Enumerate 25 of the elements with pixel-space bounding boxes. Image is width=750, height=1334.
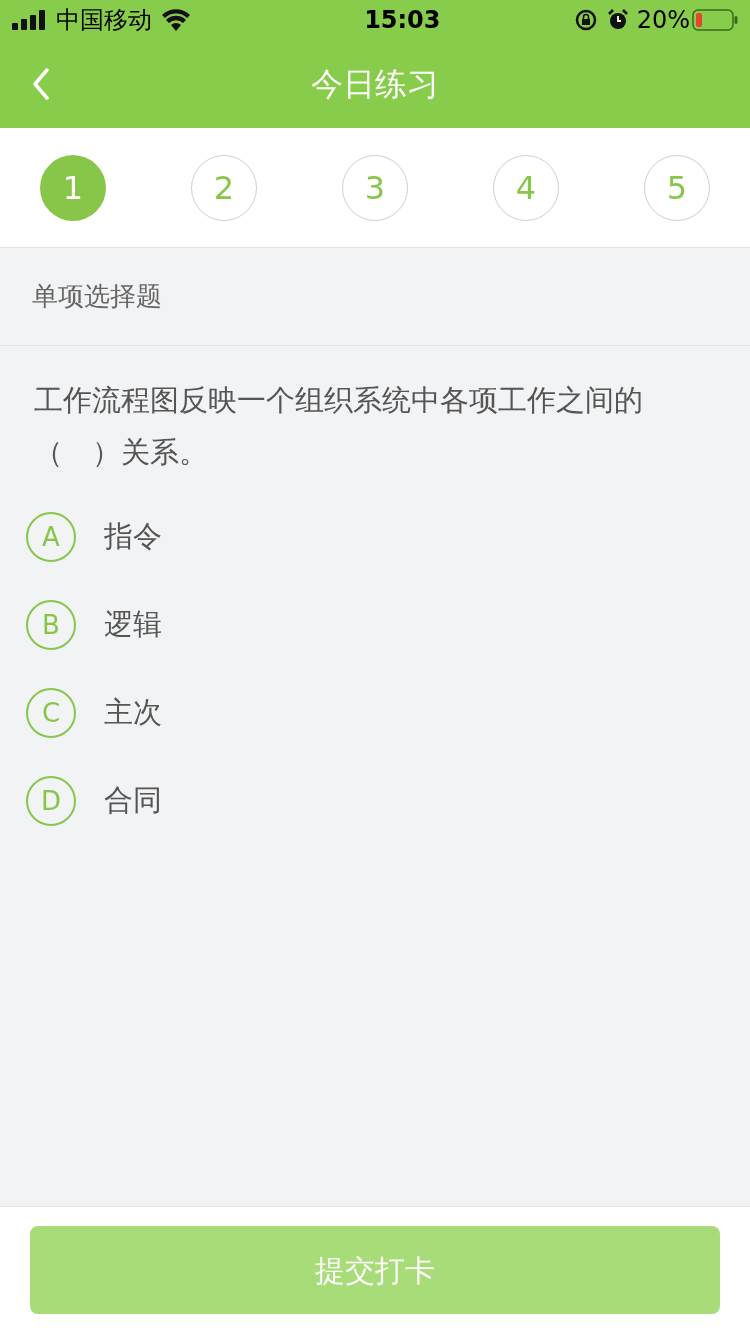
back-icon [32,68,50,100]
status-time: 15:03 [364,8,441,32]
wifi-icon [162,9,190,31]
option-text[interactable]: 指令 [104,515,162,559]
option-letter[interactable]: D [26,776,76,826]
option-text[interactable]: 逻辑 [104,603,162,647]
rotation-lock-icon [574,9,597,31]
carrier-name: 中国移动 [56,8,152,32]
question-number[interactable]: 1 [40,154,106,221]
question-number[interactable]: 2 [191,154,257,221]
question-number[interactable]: 3 [342,154,408,221]
option-text[interactable]: 主次 [104,691,162,735]
question-number[interactable]: 4 [493,154,559,221]
option-letter[interactable]: C [26,688,76,738]
question-text: 工作流程图反映一个组织系统中各项工作之间的（ ）关系。 [33,382,644,471]
option-letter[interactable]: A [26,512,76,562]
section-title: 单项选择题 [32,280,162,313]
page-title: 今日练习 [311,64,439,105]
alarm-icon [606,9,629,31]
question-number[interactable]: 5 [644,154,710,221]
battery-percent: 20% [636,8,690,32]
battery-icon [692,9,738,31]
signal-icon [12,10,48,30]
option-text[interactable]: 合同 [104,779,162,823]
option-letter[interactable]: B [26,600,76,650]
